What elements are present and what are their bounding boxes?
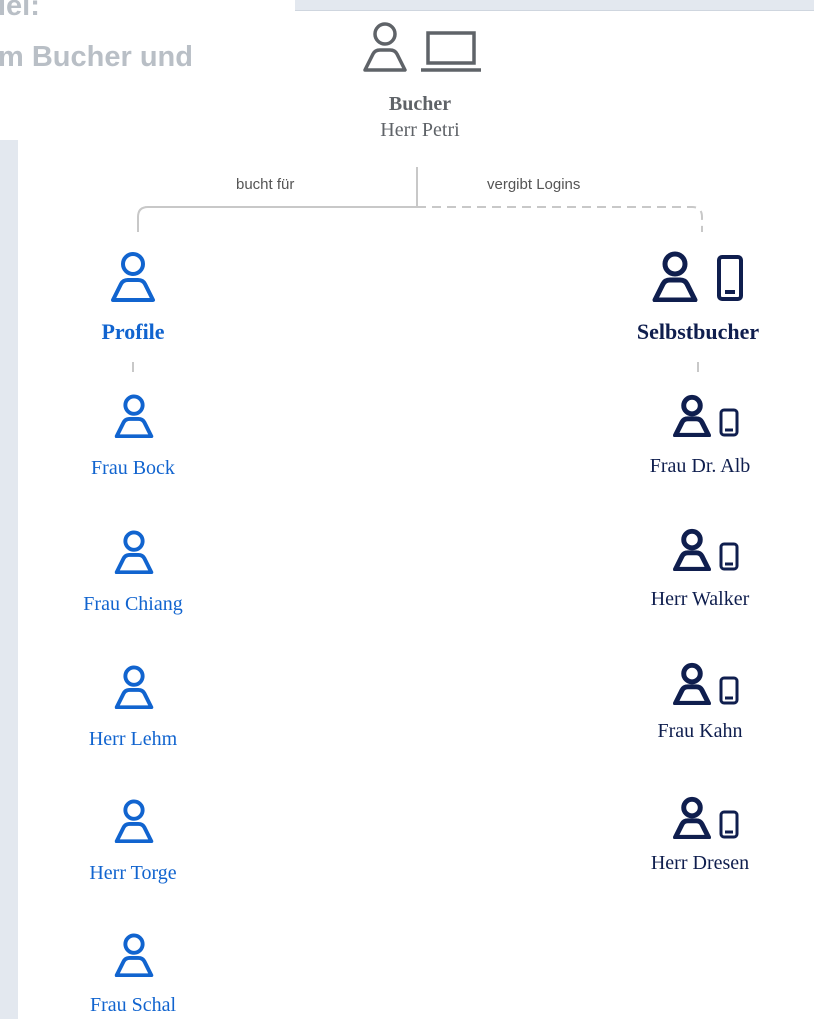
person-icon <box>673 394 711 437</box>
person-icon <box>114 933 154 977</box>
connector-vergibt-logins <box>417 206 703 232</box>
phone-icon <box>719 408 739 437</box>
person-icon <box>114 665 154 709</box>
selbstbucher-member: Herr Dresen <box>650 852 750 874</box>
connector-label-vergibt-logins: vergibt Logins <box>487 176 581 193</box>
profile-member: Frau Schal <box>89 994 177 1016</box>
person-icon <box>111 252 155 302</box>
connector-label-bucht-fuer: bucht für <box>236 176 295 193</box>
laptop-icon <box>421 31 481 72</box>
selbstbucher-member: Frau Dr. Alb <box>649 455 751 477</box>
person-icon <box>652 251 698 302</box>
selbstbucher-member: Frau Kahn <box>657 720 743 742</box>
profile-member: Frau Bock <box>91 457 175 479</box>
person-icon <box>673 528 711 571</box>
phone-icon <box>719 676 739 705</box>
profile-title: Profile <box>101 319 165 344</box>
bucher-title: Bucher <box>388 93 452 115</box>
person-icon <box>673 662 711 705</box>
person-icon <box>114 530 154 574</box>
person-icon <box>114 394 154 438</box>
phone-icon <box>719 810 739 839</box>
profile-member: Herr Lehm <box>88 728 178 750</box>
person-icon <box>114 799 154 843</box>
phone-icon <box>717 255 743 301</box>
selbstbucher-member: Herr Walker <box>650 588 750 610</box>
profile-member: Frau Chiang <box>83 593 183 615</box>
person-icon <box>673 796 711 839</box>
bucher-name: Herr Petri <box>380 119 460 141</box>
profile-member: Herr Torge <box>89 862 177 884</box>
selbstbucher-title: Selbstbucher <box>636 319 760 344</box>
phone-icon <box>719 542 739 571</box>
person-icon <box>363 22 407 72</box>
